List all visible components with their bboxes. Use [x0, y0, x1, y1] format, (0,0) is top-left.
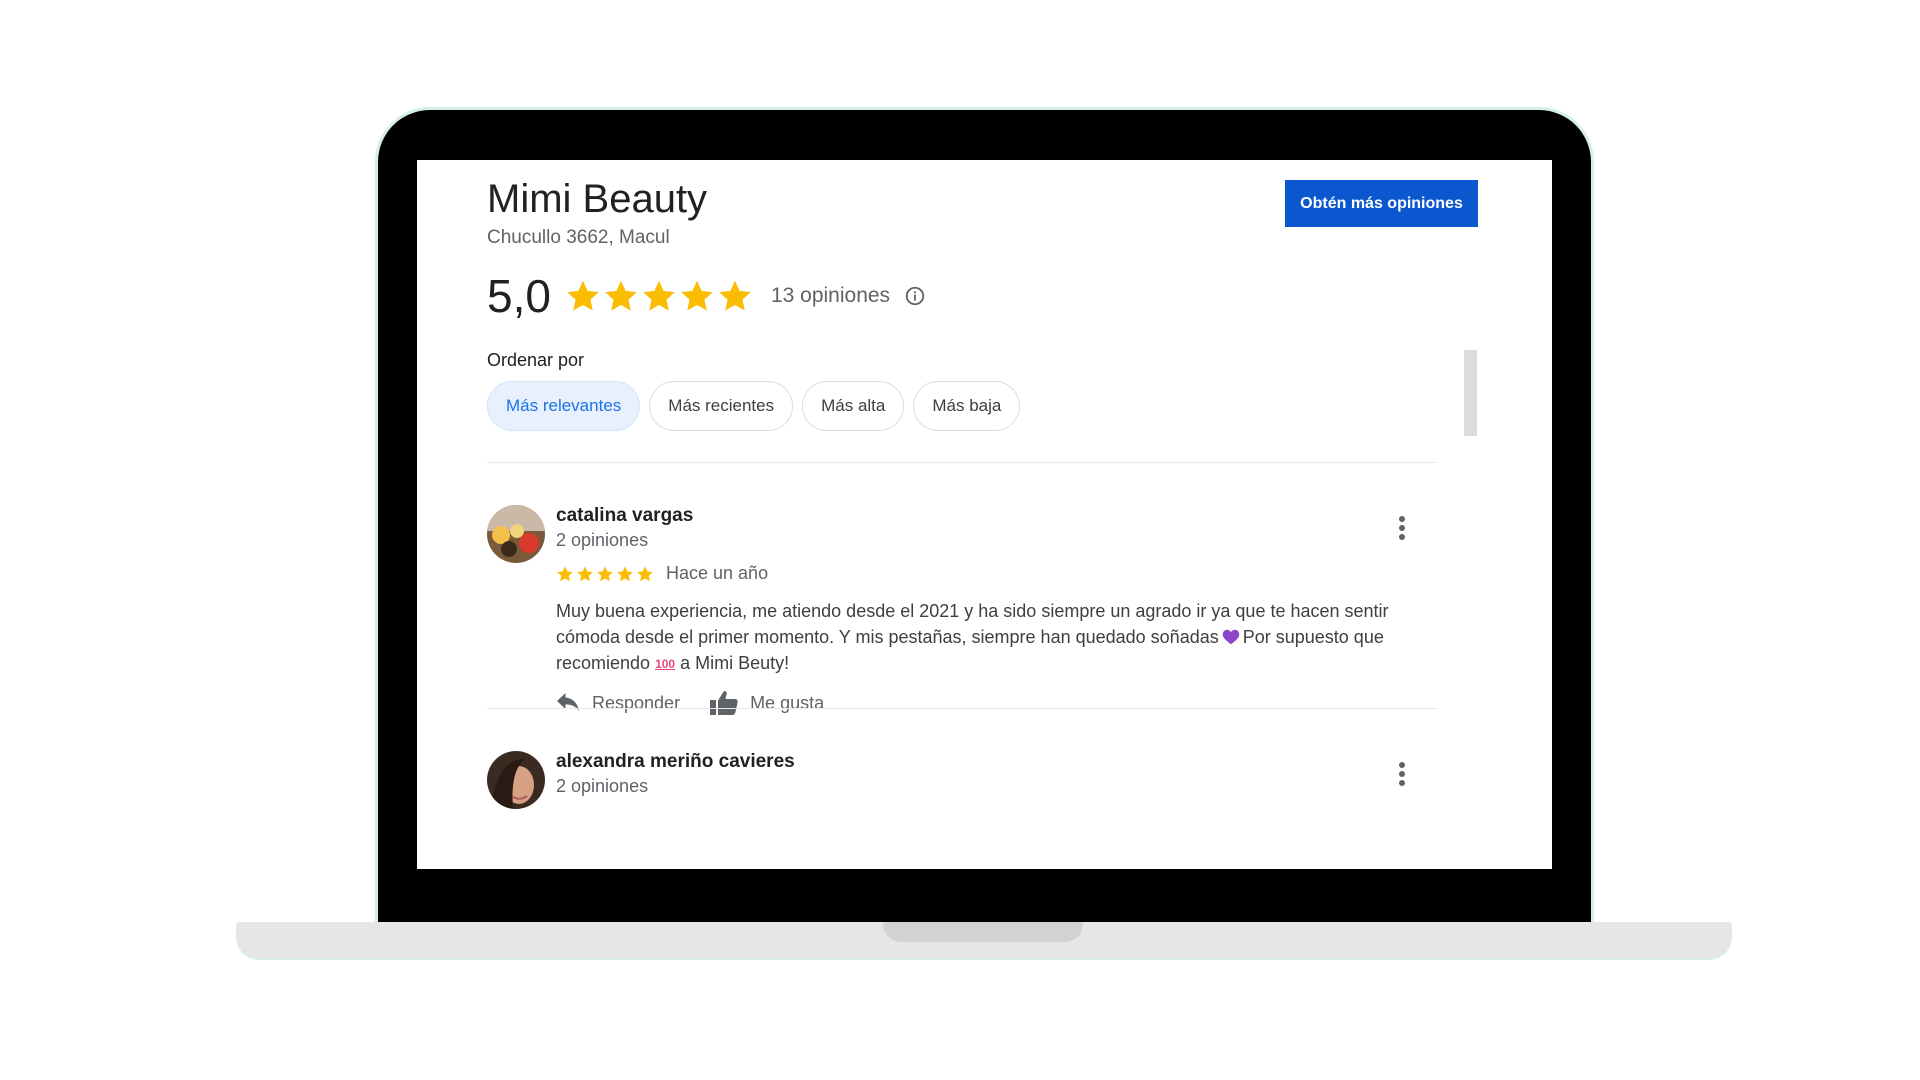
star-icon	[567, 280, 599, 311]
laptop-notch	[883, 922, 1083, 942]
divider	[487, 462, 1437, 463]
review-author[interactable]: catalina vargas	[556, 505, 693, 527]
star-icon	[605, 280, 637, 311]
author-review-count: 2 opiniones	[556, 776, 649, 796]
sort-chip-relevant[interactable]: Más relevantes	[487, 381, 641, 431]
sort-chips: Más relevantes Más recientes Más alta Má…	[487, 381, 1029, 431]
rating-summary: 5,0 13 opiniones	[487, 270, 926, 322]
hundred-emoji: 100	[655, 657, 676, 671]
review-item: catalina vargas 2 opiniones Hace un año …	[487, 505, 1437, 715]
like-label: Me gusta	[750, 692, 825, 713]
author-review-count: 2 opiniones	[556, 530, 649, 550]
star-icon	[643, 280, 675, 311]
star-icon	[617, 565, 633, 581]
review-rating: Hace un año	[556, 563, 768, 584]
star-icon	[681, 280, 713, 311]
avatar[interactable]	[487, 751, 545, 809]
business-name: Mimi Beauty	[487, 177, 708, 221]
purple-heart-icon	[1222, 629, 1240, 645]
rating-stars	[565, 278, 755, 314]
avatar[interactable]	[487, 505, 545, 563]
review-author[interactable]: alexandra meriño cavieres	[556, 751, 795, 773]
review-item: alexandra meriño cavieres 2 opiniones	[487, 751, 1437, 869]
thumb-up-icon	[710, 691, 738, 715]
scrollbar-thumb[interactable]	[1464, 350, 1477, 436]
sort-label: Ordenar por	[487, 350, 585, 370]
sort-chip-highest[interactable]: Más alta	[802, 381, 905, 431]
like-button[interactable]: Me gusta	[710, 691, 824, 715]
reply-icon	[557, 693, 579, 711]
star-icon	[637, 565, 653, 581]
star-icon	[719, 280, 751, 311]
reply-label: Responder	[592, 692, 681, 713]
star-icon	[577, 565, 593, 581]
more-vert-icon[interactable]	[1389, 513, 1415, 543]
star-icon	[597, 565, 613, 581]
rating-score: 5,0	[487, 270, 551, 322]
review-text-part: a Mimi Beuty!	[680, 653, 790, 673]
more-vert-icon[interactable]	[1389, 759, 1415, 789]
laptop-screen: Mimi Beauty Chucullo 3662, Macul Obtén m…	[417, 160, 1552, 869]
review-text: Muy buena experiencia, me atiendo desde …	[556, 598, 1436, 677]
sort-chip-lowest[interactable]: Más baja	[913, 381, 1021, 431]
review-date: Hace un año	[666, 563, 769, 583]
divider	[487, 708, 1437, 709]
info-icon[interactable]	[904, 285, 926, 307]
reply-button[interactable]: Responder	[556, 693, 680, 714]
sort-chip-recent[interactable]: Más recientes	[649, 381, 794, 431]
business-address: Chucullo 3662, Macul	[487, 227, 670, 248]
review-actions: Responder Me gusta	[556, 691, 854, 715]
reviews-count[interactable]: 13 opiniones	[771, 284, 890, 308]
get-more-reviews-button[interactable]: Obtén más opiniones	[1285, 180, 1478, 227]
star-icon	[557, 565, 573, 581]
